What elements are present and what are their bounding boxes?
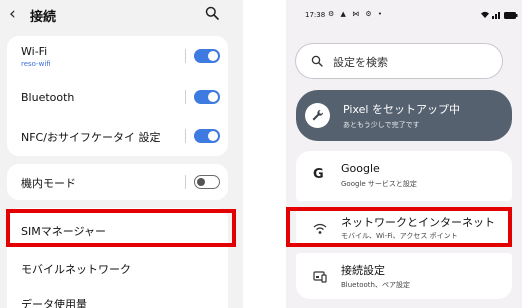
pixel-settings-screen: 17:38 ⚙ ▲ ⋈ ⚙ • 設定を検索 Pixel をセットアップ中 あとも… <box>286 0 522 308</box>
search-icon[interactable] <box>205 6 219 20</box>
wifi-toggle[interactable] <box>194 49 220 63</box>
google-item[interactable]: G Google Google サービスと設定 <box>296 151 512 201</box>
toggle-knob <box>197 177 205 186</box>
data-usage-item[interactable]: データ使用量 <box>21 296 87 308</box>
divider <box>185 175 186 189</box>
nfc-toggle[interactable] <box>194 129 220 143</box>
setup-card[interactable]: Pixel をセットアップ中 あともう少しで完了です <box>296 90 512 141</box>
wifi-label: Wi-Fi <box>21 45 48 58</box>
divider <box>185 129 186 143</box>
nfc-label: NFC/おサイフケータイ 設定 <box>21 131 161 144</box>
setup-title: Pixel をセットアップ中 <box>343 103 460 116</box>
status-time: 17:38 <box>305 11 326 19</box>
search-icon <box>311 55 323 67</box>
airplane-label: 機内モード <box>21 177 76 190</box>
airplane-row[interactable]: 機内モード <box>7 164 228 200</box>
samsung-connections-screen: ‹ 接続 Wi-Fi reso-wifi Bluetooth NFC/おサイフケ… <box>0 0 243 308</box>
toggle-knob <box>208 131 218 141</box>
toggle-knob <box>208 92 218 102</box>
bluetooth-toggle[interactable] <box>194 90 220 104</box>
wifi-network-name: reso-wifi <box>21 60 51 68</box>
nfc-row[interactable]: NFC/おサイフケータイ 設定 <box>7 116 228 156</box>
setup-subtitle: あともう少しで完了です <box>343 121 420 129</box>
google-icon: G <box>313 167 324 182</box>
wifi-row[interactable]: Wi-Fi reso-wifi <box>7 36 228 76</box>
wrench-glyph <box>312 109 324 121</box>
divider <box>185 90 186 104</box>
highlight-box <box>286 207 512 247</box>
connections-card: Wi-Fi reso-wifi Bluetooth NFC/おサイフケータイ 設… <box>7 36 228 156</box>
wrench-icon <box>305 103 330 128</box>
airplane-card: 機内モード <box>7 164 228 200</box>
bluetooth-label: Bluetooth <box>21 91 75 104</box>
google-subtitle: Google サービスと設定 <box>341 180 417 188</box>
status-notification-icons: ⚙ ▲ ⋈ ⚙ • <box>328 10 384 18</box>
google-title: Google <box>341 162 380 175</box>
mobile-network-item[interactable]: モバイルネットワーク <box>21 261 131 277</box>
back-icon[interactable]: ‹ <box>9 4 16 24</box>
search-placeholder: 設定を検索 <box>333 56 388 69</box>
connected-subtitle: Bluetooth、ペア設定 <box>341 281 410 289</box>
comparison-screenshot: ‹ 接続 Wi-Fi reso-wifi Bluetooth NFC/おサイフケ… <box>0 0 522 308</box>
connected-devices-item[interactable]: 接続設定 Bluetooth、ペア設定 <box>296 253 512 299</box>
bluetooth-row[interactable]: Bluetooth <box>7 76 228 116</box>
signal-battery-icon <box>481 11 518 19</box>
airplane-toggle[interactable] <box>194 175 220 189</box>
toggle-knob <box>208 51 218 61</box>
page-title: 接続 <box>30 10 57 25</box>
header: ‹ 接続 <box>0 0 243 30</box>
status-bar: 17:38 ⚙ ▲ ⋈ ⚙ • <box>286 0 522 28</box>
highlight-box <box>6 209 236 247</box>
settings-search-bar[interactable]: 設定を検索 <box>296 44 502 78</box>
connected-title: 接続設定 <box>341 264 385 277</box>
devices-icon <box>313 271 327 283</box>
divider <box>185 49 186 63</box>
